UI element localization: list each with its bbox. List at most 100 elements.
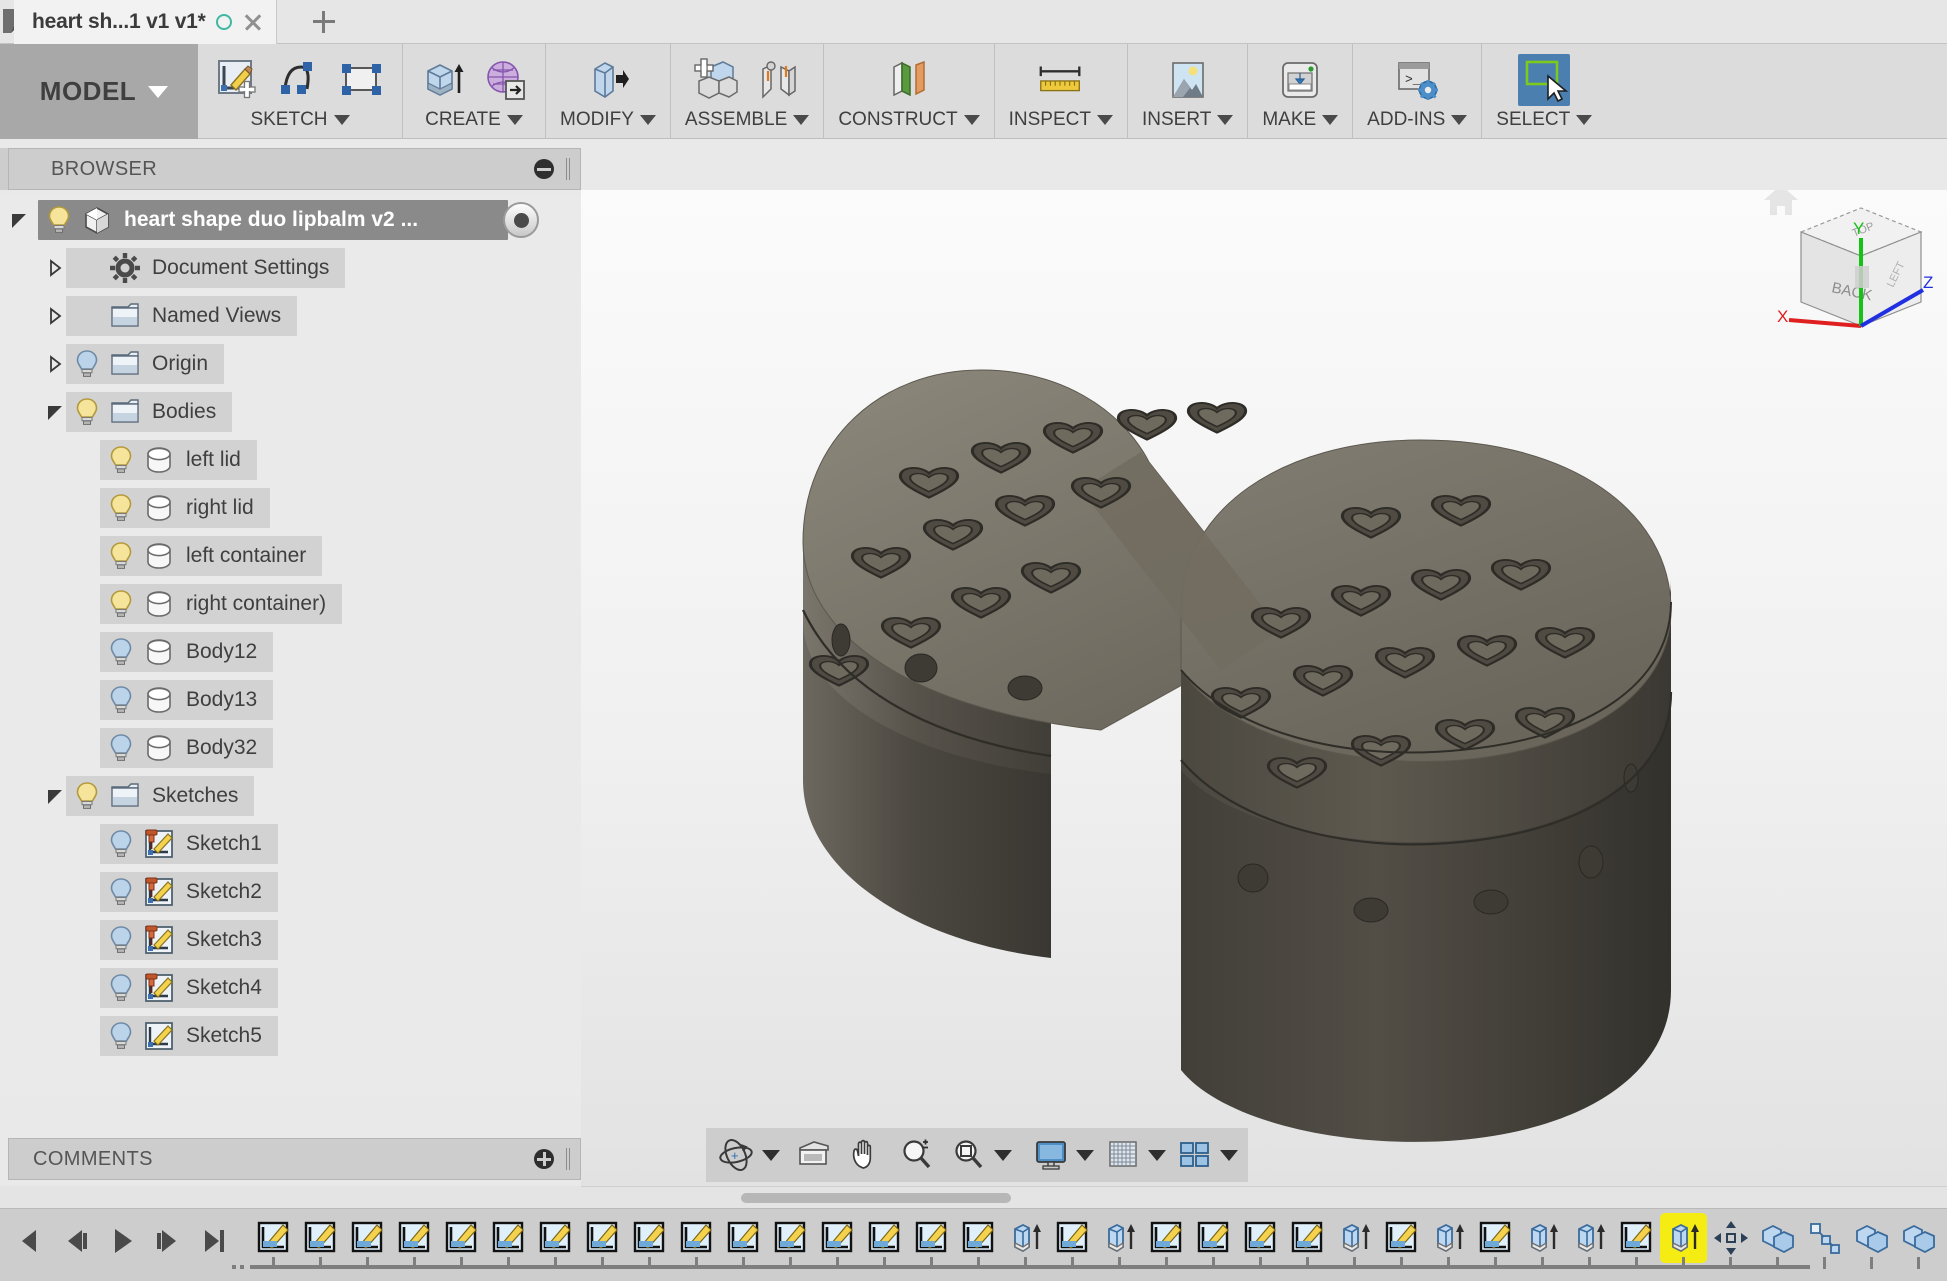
tree-row-root[interactable]: heart shape duo lipbalm v2 ... bbox=[0, 196, 581, 244]
tree-row-origin[interactable]: Origin bbox=[0, 340, 581, 388]
ribbon-group-label-insert[interactable]: INSERT bbox=[1142, 109, 1234, 131]
create-sketch-icon[interactable] bbox=[212, 54, 264, 106]
timeline-feature-sketch-3[interactable] bbox=[391, 1213, 438, 1263]
tree-row-document-settings[interactable]: Document Settings bbox=[0, 244, 581, 292]
grid-snap-button[interactable] bbox=[1104, 1136, 1166, 1174]
visibility-bulb-icon[interactable] bbox=[104, 971, 138, 1005]
timeline-feature-sketch-17[interactable] bbox=[1049, 1213, 1096, 1263]
timeline-feature-sketch-15[interactable] bbox=[955, 1213, 1002, 1263]
tree-chip-document-settings[interactable]: Document Settings bbox=[66, 248, 346, 288]
timeline-feature-sketch-11[interactable] bbox=[767, 1213, 814, 1263]
ribbon-group-label-assemble[interactable]: ASSEMBLE bbox=[685, 109, 810, 131]
timeline-feature-sketch-22[interactable] bbox=[1284, 1213, 1331, 1263]
visibility-bulb-icon[interactable] bbox=[104, 539, 138, 573]
tree-row-sketches[interactable]: Sketches bbox=[0, 772, 581, 820]
tree-row-sketch1[interactable]: Sketch1 bbox=[0, 820, 581, 868]
tree-chip-named-views[interactable]: Named Views bbox=[66, 296, 298, 336]
viewports-button[interactable] bbox=[1176, 1136, 1238, 1174]
offset-plane-icon[interactable] bbox=[883, 54, 935, 106]
tree-chip-root[interactable]: heart shape duo lipbalm v2 ... bbox=[38, 200, 508, 240]
tree-chip-left-container[interactable]: left container bbox=[100, 536, 323, 576]
timeline-feature-sketch-9[interactable] bbox=[673, 1213, 720, 1263]
step-back-button[interactable] bbox=[60, 1225, 92, 1262]
mesh-icon[interactable] bbox=[479, 54, 531, 106]
timeline-feature-sketch-1[interactable] bbox=[297, 1213, 344, 1263]
visibility-bulb-icon[interactable] bbox=[70, 779, 104, 813]
timeline-feature-sketch-21[interactable] bbox=[1237, 1213, 1284, 1263]
document-tab[interactable]: heart sh...1 v1 v1* bbox=[14, 0, 277, 44]
timeline-feature-sketch-20[interactable] bbox=[1190, 1213, 1237, 1263]
visibility-bulb-icon[interactable] bbox=[104, 875, 138, 909]
scripts-addins-icon[interactable]: >_ bbox=[1391, 54, 1443, 106]
visibility-bulb-icon[interactable] bbox=[104, 635, 138, 669]
viewport-canvas[interactable]: BACK TOP LEFT X Y Z bbox=[581, 190, 1947, 1190]
timeline-feature-sketch-4[interactable] bbox=[438, 1213, 485, 1263]
timeline-feature-sketch-7[interactable] bbox=[579, 1213, 626, 1263]
go-to-end-button[interactable] bbox=[198, 1225, 230, 1262]
tree-chip-sketch5[interactable]: Sketch5 bbox=[100, 1016, 278, 1056]
timeline-feature-sketch-14[interactable] bbox=[908, 1213, 955, 1263]
tree-row-sketch4[interactable]: Sketch4 bbox=[0, 964, 581, 1012]
insert-image-icon[interactable] bbox=[1162, 54, 1214, 106]
tree-chip-body12[interactable]: Body12 bbox=[100, 632, 274, 672]
3d-print-icon[interactable] bbox=[1274, 54, 1326, 106]
spline-icon[interactable] bbox=[274, 54, 326, 106]
orbit-button[interactable]: + bbox=[716, 1135, 780, 1175]
tree-row-body32[interactable]: Body32 bbox=[0, 724, 581, 772]
ribbon-group-label-construct[interactable]: CONSTRUCT bbox=[838, 109, 980, 131]
visibility-bulb-icon[interactable] bbox=[104, 443, 138, 477]
tree-row-body13[interactable]: Body13 bbox=[0, 676, 581, 724]
timeline-feature-combine-35[interactable] bbox=[1895, 1213, 1942, 1263]
timeline-feature-sketch-26[interactable] bbox=[1472, 1213, 1519, 1263]
visibility-bulb-icon[interactable] bbox=[104, 587, 138, 621]
play-button[interactable] bbox=[106, 1225, 138, 1262]
timeline-feature-extrude-25[interactable] bbox=[1425, 1213, 1472, 1263]
tree-row-sketch3[interactable]: Sketch3 bbox=[0, 916, 581, 964]
ribbon-group-label-sketch[interactable]: SKETCH bbox=[250, 109, 350, 131]
tree-chip-right-container[interactable]: right container) bbox=[100, 584, 343, 624]
timeline-feature-extrude-30[interactable] bbox=[1660, 1213, 1707, 1263]
zoom-in-button[interactable] bbox=[898, 1136, 936, 1174]
joint-icon[interactable] bbox=[752, 54, 804, 106]
timeline-feature-extrude-18[interactable] bbox=[1096, 1213, 1143, 1263]
named-views-expand-arrow-icon[interactable] bbox=[44, 305, 66, 327]
timeline-feature-sketch-5[interactable] bbox=[485, 1213, 532, 1263]
visibility-bulb-icon[interactable] bbox=[104, 491, 138, 525]
timeline-feature-sketch-0[interactable] bbox=[250, 1213, 297, 1263]
horizontal-scrollbar[interactable] bbox=[581, 1186, 1947, 1208]
timeline-feature-sketch-29[interactable] bbox=[1613, 1213, 1660, 1263]
zoom-window-button[interactable] bbox=[950, 1136, 1012, 1174]
measure-icon[interactable] bbox=[1035, 54, 1087, 106]
timeline-feature-extrude-23[interactable] bbox=[1331, 1213, 1378, 1263]
visibility-bulb-icon[interactable] bbox=[104, 827, 138, 861]
select-window-icon[interactable] bbox=[1518, 54, 1571, 106]
tree-row-left-lid[interactable]: left lid bbox=[0, 436, 581, 484]
tree-row-right-container[interactable]: right container) bbox=[0, 580, 581, 628]
tree-chip-right-lid[interactable]: right lid bbox=[100, 488, 270, 528]
timeline-feature-sketch-13[interactable] bbox=[861, 1213, 908, 1263]
timeline-feature-move-31[interactable] bbox=[1707, 1213, 1754, 1263]
origin-expand-arrow-icon[interactable] bbox=[44, 353, 66, 375]
visibility-bulb-icon[interactable] bbox=[104, 923, 138, 957]
timeline-feature-joint-33[interactable] bbox=[1801, 1213, 1848, 1263]
tree-row-body12[interactable]: Body12 bbox=[0, 628, 581, 676]
pan-button[interactable] bbox=[846, 1136, 884, 1174]
display-settings-button[interactable] bbox=[1032, 1136, 1094, 1174]
ribbon-group-label-inspect[interactable]: INSPECT bbox=[1009, 109, 1113, 131]
ribbon-group-label-make[interactable]: MAKE bbox=[1262, 109, 1339, 131]
timeline-feature-extrude-27[interactable] bbox=[1519, 1213, 1566, 1263]
go-to-beginning-button[interactable] bbox=[14, 1225, 46, 1262]
timeline-feature-sketch-12[interactable] bbox=[814, 1213, 861, 1263]
timeline-feature-sketch-2[interactable] bbox=[344, 1213, 391, 1263]
tree-chip-body13[interactable]: Body13 bbox=[100, 680, 274, 720]
new-tab-button[interactable] bbox=[300, 0, 348, 44]
tree-row-bodies[interactable]: Bodies bbox=[0, 388, 581, 436]
ribbon-group-label-select[interactable]: SELECT bbox=[1496, 109, 1593, 131]
tree-row-sketch2[interactable]: Sketch2 bbox=[0, 868, 581, 916]
scrollbar-thumb[interactable] bbox=[741, 1193, 1011, 1203]
ribbon-group-label-create[interactable]: CREATE bbox=[425, 109, 523, 131]
visibility-bulb-icon[interactable] bbox=[104, 683, 138, 717]
minus-circle-icon[interactable] bbox=[534, 159, 554, 179]
timeline-feature-sketch-8[interactable] bbox=[626, 1213, 673, 1263]
tree-chip-sketches[interactable]: Sketches bbox=[66, 776, 255, 816]
